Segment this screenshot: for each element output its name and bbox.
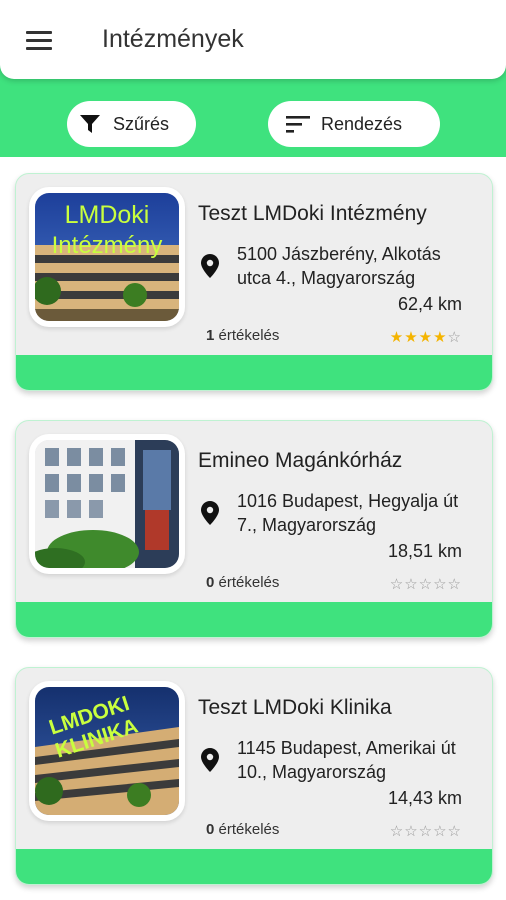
star-empty-icon: ☆ — [389, 823, 405, 840]
rating-stars: ☆☆☆☆☆ — [390, 575, 462, 593]
institution-name: Teszt LMDoki Intézmény — [198, 202, 427, 225]
institution-distance: 18,51 km — [387, 541, 462, 561]
app-bar: Intézmények — [0, 0, 506, 79]
review-count-number: 1 — [206, 327, 215, 344]
rating-stars: ☆☆☆☆☆ — [390, 822, 462, 840]
star-empty-icon: ☆ — [418, 823, 434, 840]
star-filled-icon: ★ — [404, 329, 419, 346]
institution-address: 1145 Budapest, Amerikai út 10., Magyaror… — [237, 738, 456, 782]
institution-image-frame — [29, 434, 185, 574]
institution-image — [35, 440, 179, 568]
svg-text:LMDoki: LMDoki — [65, 201, 150, 229]
location-pin-icon — [201, 254, 219, 278]
institution-image: LMDoki Intézmény — [35, 193, 179, 321]
institution-name: Teszt LMDoki Klinika — [198, 696, 392, 719]
review-count: 1 értékelés — [206, 327, 279, 344]
institution-distance: 62,4 km — [397, 294, 462, 314]
star-filled-icon: ★ — [389, 329, 405, 346]
screen: Intézmények Szűrés Rendezés LMDoki Intéz… — [0, 0, 506, 900]
institution-name: Emineo Magánkórház — [198, 449, 403, 472]
institution-distance: 14,43 km — [387, 788, 462, 808]
review-count-label: értékelés — [218, 574, 280, 591]
filter-button[interactable]: Szűrés — [67, 101, 196, 147]
page-title: Intézmények — [102, 25, 244, 53]
svg-text:Intézmény: Intézmény — [52, 232, 163, 259]
review-count: 0 értékelés — [206, 821, 279, 838]
sort-button[interactable]: Rendezés — [268, 101, 440, 147]
star-empty-icon: ☆ — [447, 823, 462, 840]
card-action-bar[interactable] — [16, 602, 492, 637]
review-count-label: értékelés — [218, 821, 280, 838]
location-pin-icon — [201, 748, 219, 772]
star-filled-icon: ★ — [433, 329, 448, 346]
institution-address: 5100 Jászberény, Alkotás utca 4., Magyar… — [237, 244, 441, 288]
star-empty-icon: ☆ — [433, 576, 448, 593]
star-empty-icon: ☆ — [433, 823, 448, 840]
card-action-bar[interactable] — [16, 849, 492, 884]
institution-card[interactable]: LMDoki Intézmény Teszt LMDoki Intézmény … — [15, 173, 493, 391]
star-empty-icon: ☆ — [447, 329, 462, 346]
review-count-label: értékelés — [218, 327, 280, 344]
sort-icon — [285, 112, 311, 136]
sort-button-label: Rendezés — [321, 113, 403, 134]
star-empty-icon: ☆ — [404, 823, 419, 840]
institution-image-frame: LMDoki Intézmény — [29, 187, 185, 327]
institution-address: 1016 Budapest, Hegyalja út 7., Magyarors… — [237, 491, 459, 535]
funnel-icon — [77, 112, 103, 136]
star-empty-icon: ☆ — [418, 576, 434, 593]
rating-stars: ★★★★☆ — [390, 328, 462, 346]
filter-button-label: Szűrés — [113, 113, 170, 134]
review-count: 0 értékelés — [206, 574, 279, 591]
location-pin-icon — [201, 501, 219, 525]
institution-card[interactable]: LMDOKI KLINIKA Teszt LMDoki Klinika 1145… — [15, 667, 493, 885]
review-count-number: 0 — [206, 821, 215, 838]
card-action-bar[interactable] — [16, 355, 492, 390]
star-empty-icon: ☆ — [404, 576, 419, 593]
institution-card[interactable]: Emineo Magánkórház 1016 Budapest, Hegyal… — [15, 420, 493, 638]
institution-image-frame: LMDOKI KLINIKA — [29, 681, 185, 821]
star-filled-icon: ★ — [418, 329, 434, 346]
star-empty-icon: ☆ — [447, 576, 462, 593]
menu-icon[interactable] — [26, 30, 54, 50]
review-count-number: 0 — [206, 574, 215, 591]
institution-image: LMDOKI KLINIKA — [35, 687, 179, 815]
star-empty-icon: ☆ — [389, 576, 405, 593]
